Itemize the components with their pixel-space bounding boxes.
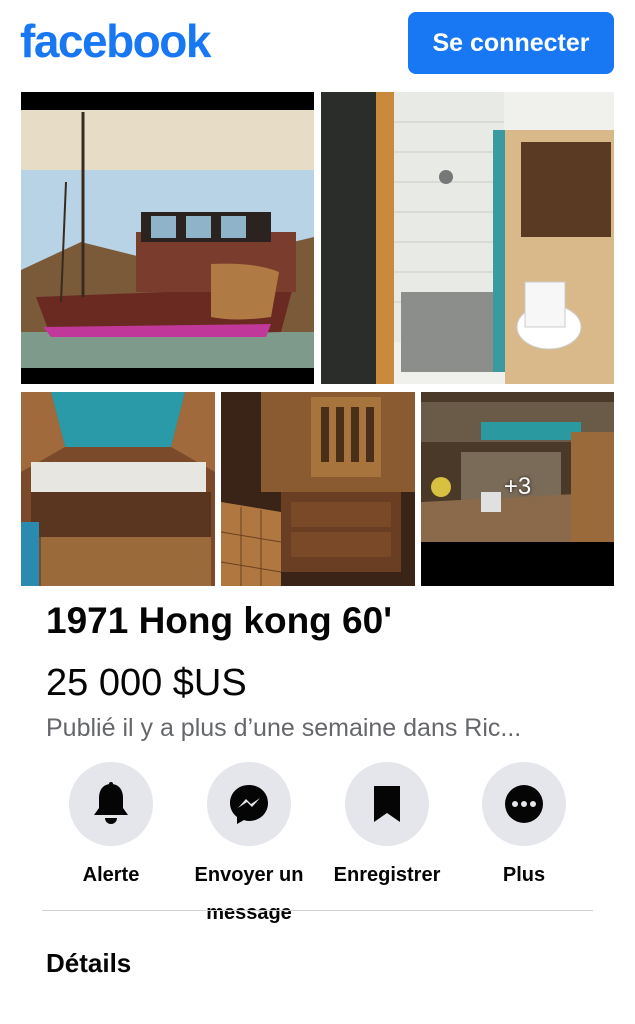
details-heading: Détails (46, 948, 132, 978)
listing-title: 1971 Hong kong 60' (46, 600, 393, 641)
section-divider (42, 910, 593, 911)
facebook-logo[interactable]: facebook (20, 14, 211, 68)
more-photos-count: +3 (503, 473, 532, 500)
listing-photo-cabin[interactable] (21, 392, 215, 586)
more-label: Plus (502, 864, 546, 886)
login-button[interactable]: Se connecter (408, 12, 614, 74)
listing-photo-more[interactable]: +3 (421, 392, 614, 586)
listing-photo-bathroom[interactable] (321, 92, 614, 384)
save-button[interactable]: Enregistrer (312, 762, 462, 894)
alert-button[interactable]: Alerte (36, 762, 186, 894)
listing-photo-boat[interactable] (21, 92, 314, 384)
messenger-icon (230, 785, 268, 824)
bookmark-icon (374, 786, 400, 822)
more-icon (505, 785, 543, 823)
top-bar: facebook Se connecter (0, 0, 635, 88)
alert-label: Alerte (82, 864, 140, 886)
send-message-label: Envoyer un message (194, 864, 304, 924)
more-button[interactable]: Plus (449, 762, 599, 894)
listing-photo-cabinets[interactable] (221, 392, 415, 586)
listing-meta: Publié il y a plus d’une semaine dans Ri… (46, 714, 522, 742)
listing-price: 25 000 $US (46, 662, 247, 704)
save-label: Enregistrer (333, 864, 441, 886)
bell-icon (94, 782, 128, 824)
send-message-button[interactable]: Envoyer un message (174, 762, 324, 932)
